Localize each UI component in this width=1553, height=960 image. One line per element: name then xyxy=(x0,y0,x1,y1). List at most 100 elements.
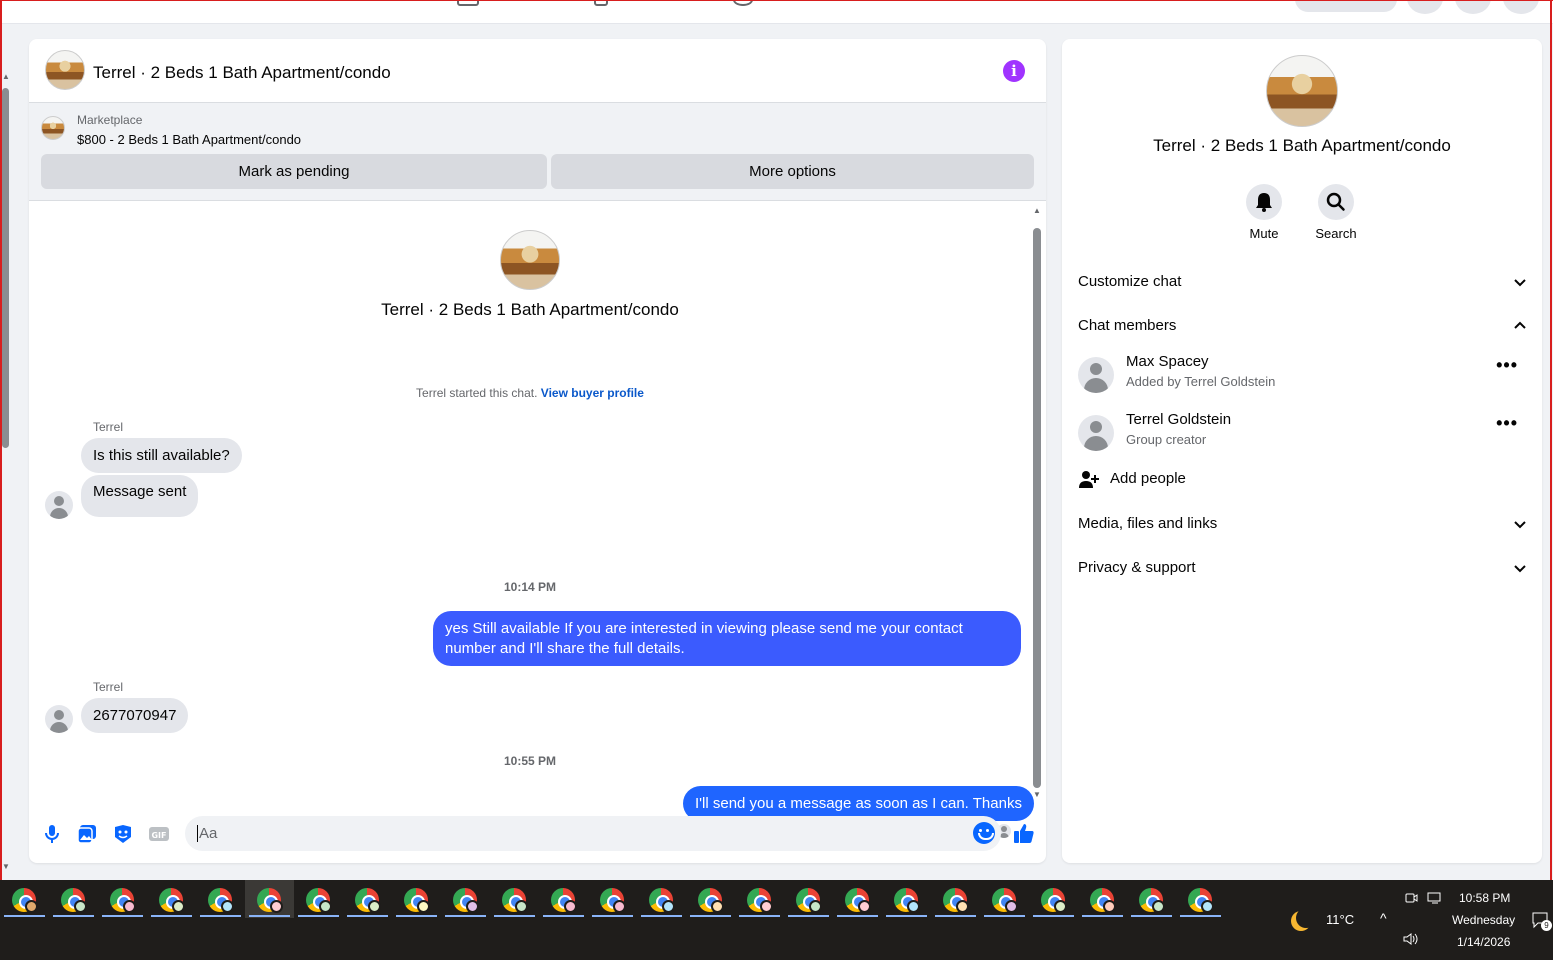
taskbar-chrome-app[interactable] xyxy=(441,880,490,918)
member-avatar[interactable] xyxy=(1078,415,1114,451)
taskbar-chrome-app[interactable] xyxy=(49,880,98,918)
section-label: Customize chat xyxy=(1078,273,1182,290)
listing-avatar-large[interactable] xyxy=(1266,55,1338,127)
photo-attach-icon[interactable] xyxy=(76,823,98,845)
thread-scrollbar[interactable]: ▲ ▼ xyxy=(1033,206,1042,799)
clock-day[interactable]: Wednesday xyxy=(1452,913,1515,927)
chevron-down-icon xyxy=(1514,279,1526,287)
thumbs-up-icon[interactable] xyxy=(1012,821,1036,845)
taskbar-chrome-app[interactable] xyxy=(686,880,735,918)
info-icon[interactable]: i xyxy=(1003,60,1025,82)
media-files-links-section[interactable]: Media, files and links xyxy=(1078,515,1530,532)
section-label: Chat members xyxy=(1078,317,1177,334)
message-timestamp: 10:55 PM xyxy=(503,754,557,768)
scroll-down-arrow-icon[interactable]: ▼ xyxy=(2,862,10,871)
section-label: Privacy & support xyxy=(1078,559,1196,576)
scrollbar-thumb[interactable] xyxy=(1033,228,1041,788)
taskbar-chrome-app[interactable] xyxy=(343,880,392,918)
scrollbar-thumb[interactable] xyxy=(2,88,9,448)
chat-panel: Terrel · 2 Beds 1 Bath Apartment/condo i… xyxy=(29,39,1046,863)
taskbar-chrome-app[interactable] xyxy=(490,880,539,918)
member-row[interactable]: Terrel Goldstein Group creator ••• xyxy=(1078,411,1530,459)
account-avatar[interactable] xyxy=(1503,0,1539,14)
taskbar-chrome-app[interactable] xyxy=(588,880,637,918)
taskbar-chrome-app[interactable] xyxy=(784,880,833,918)
more-options-icon[interactable]: ••• xyxy=(1496,355,1518,376)
listing-thumbnail[interactable] xyxy=(41,116,65,140)
mute-action[interactable]: Mute xyxy=(1234,184,1294,241)
sender-avatar[interactable] xyxy=(45,705,73,733)
marketplace-label: Marketplace xyxy=(77,113,143,127)
sticker-icon[interactable] xyxy=(112,823,134,845)
chat-header: Terrel · 2 Beds 1 Bath Apartment/condo i xyxy=(29,39,1046,103)
emoji-icon[interactable] xyxy=(973,822,995,844)
message-timestamp: 10:14 PM xyxy=(503,580,557,594)
chat-title[interactable]: Terrel · 2 Beds 1 Bath Apartment/condo xyxy=(93,63,391,83)
taskbar-chrome-app[interactable] xyxy=(980,880,1029,918)
chevron-down-icon xyxy=(1514,565,1526,573)
taskbar-chrome-app[interactable] xyxy=(392,880,441,918)
taskbar-chrome-app[interactable] xyxy=(196,880,245,918)
bell-icon[interactable] xyxy=(1246,184,1282,220)
member-name: Max Spacey xyxy=(1126,353,1209,370)
messenger-icon[interactable] xyxy=(1455,0,1491,14)
taskbar-chrome-app[interactable] xyxy=(245,880,294,918)
scroll-up-arrow-icon[interactable]: ▲ xyxy=(1033,206,1041,215)
gif-icon[interactable]: GIF xyxy=(148,823,170,845)
taskbar-chrome-app[interactable] xyxy=(147,880,196,918)
volume-icon[interactable] xyxy=(1403,932,1419,946)
window-border xyxy=(0,0,1553,1)
member-row[interactable]: Max Spacey Added by Terrel Goldstein ••• xyxy=(1078,353,1530,401)
chat-members-section[interactable]: Chat members xyxy=(1078,317,1530,334)
taskbar-chrome-app[interactable] xyxy=(931,880,980,918)
taskbar-chrome-app[interactable] xyxy=(882,880,931,918)
taskbar-chrome-app[interactable] xyxy=(98,880,147,918)
incoming-message[interactable]: Is this still available? xyxy=(81,438,242,473)
member-avatar[interactable] xyxy=(1078,357,1114,393)
listing-avatar-large[interactable] xyxy=(500,230,560,290)
scroll-down-arrow-icon[interactable]: ▼ xyxy=(1033,790,1041,799)
privacy-support-section[interactable]: Privacy & support xyxy=(1078,559,1530,576)
show-hidden-icons-chevron-icon[interactable]: ^ xyxy=(1380,910,1387,926)
taskbar-chrome-app[interactable] xyxy=(1078,880,1127,918)
window-border xyxy=(1550,0,1552,880)
search-action[interactable]: Search xyxy=(1306,184,1366,241)
search-icon[interactable] xyxy=(1318,184,1354,220)
listing-title[interactable]: $800 - 2 Beds 1 Bath Apartment/condo xyxy=(77,132,301,147)
weather-temperature[interactable]: 11°C xyxy=(1326,912,1354,927)
microphone-icon[interactable] xyxy=(41,823,63,845)
create-button[interactable] xyxy=(1295,0,1397,12)
mark-as-pending-button[interactable]: Mark as pending xyxy=(41,154,547,189)
incoming-message[interactable]: Message sent xyxy=(81,475,199,517)
view-buyer-profile-link[interactable]: View buyer profile xyxy=(541,386,644,400)
scroll-up-arrow-icon[interactable]: ▲ xyxy=(2,72,10,81)
clock-time[interactable]: 10:58 PM xyxy=(1459,891,1510,905)
customize-chat-section[interactable]: Customize chat xyxy=(1078,273,1530,290)
outgoing-message[interactable]: yes Still available If you are intereste… xyxy=(433,611,1021,666)
message-composer: GIF Aa xyxy=(29,809,1046,863)
meet-now-icon[interactable] xyxy=(1404,891,1418,905)
taskbar-chrome-app[interactable] xyxy=(1029,880,1078,918)
taskbar-chrome-app[interactable] xyxy=(539,880,588,918)
clock-date[interactable]: 1/14/2026 xyxy=(1457,935,1510,949)
network-icon[interactable] xyxy=(1427,891,1443,905)
message-thread: Terrel · 2 Beds 1 Bath Apartment/condo T… xyxy=(29,202,1046,838)
weather-moon-icon[interactable] xyxy=(1296,908,1316,928)
message-input[interactable]: Aa xyxy=(185,816,1001,851)
listing-avatar[interactable] xyxy=(45,50,85,90)
add-people-button[interactable]: Add people xyxy=(1078,469,1378,491)
taskbar-chrome-app[interactable] xyxy=(1176,880,1225,918)
taskbar-chrome-app[interactable] xyxy=(1127,880,1176,918)
more-options-icon[interactable]: ••• xyxy=(1496,413,1518,434)
taskbar-chrome-app[interactable] xyxy=(833,880,882,918)
more-options-button[interactable]: More options xyxy=(551,154,1034,189)
taskbar-chrome-app[interactable] xyxy=(0,880,49,918)
search-label: Search xyxy=(1315,226,1357,241)
incoming-message[interactable]: 2677070947 xyxy=(81,698,189,733)
taskbar-chrome-app[interactable] xyxy=(637,880,686,918)
page-scrollbar[interactable]: ▲ ▼ xyxy=(0,70,12,880)
taskbar-chrome-app[interactable] xyxy=(294,880,343,918)
taskbar-chrome-app[interactable] xyxy=(735,880,784,918)
menu-grid-icon[interactable] xyxy=(1407,0,1443,14)
sender-avatar[interactable] xyxy=(45,491,73,519)
